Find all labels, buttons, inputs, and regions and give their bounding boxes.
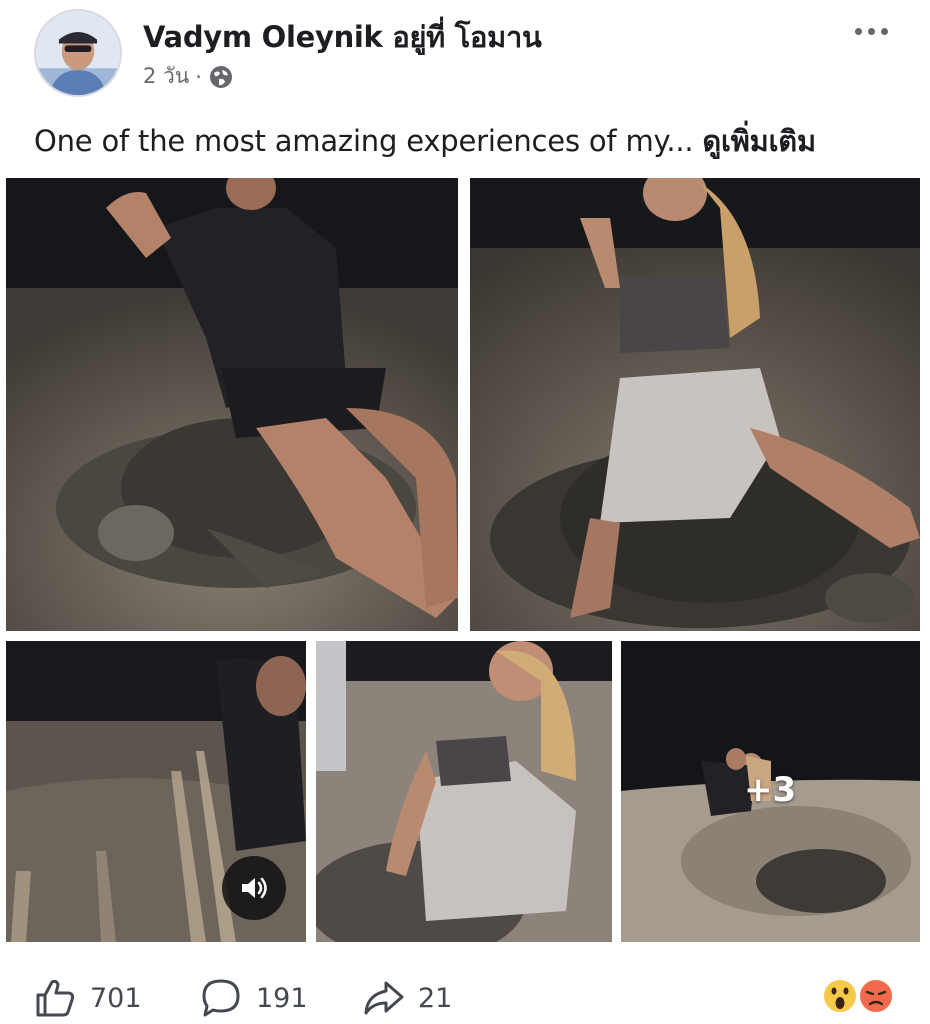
post-time[interactable]: 2 วัน <box>143 60 189 93</box>
post-photo-4[interactable] <box>316 641 612 942</box>
share-button[interactable]: 21 <box>360 975 452 1021</box>
like-button[interactable]: 701 <box>32 975 142 1021</box>
avatar[interactable] <box>34 9 122 97</box>
reactions-summary[interactable] <box>818 976 898 1016</box>
post-author: Vadym Oleynik อยู่ที่ โอมาน <box>143 14 542 60</box>
author-name[interactable]: Vadym Oleynik <box>143 20 383 54</box>
comment-button[interactable]: 191 <box>198 975 308 1021</box>
more-dot <box>854 27 862 35</box>
post-header: Vadym Oleynik อยู่ที่ โอมาน 2 วัน · <box>0 0 930 110</box>
post-photo-1[interactable] <box>6 178 458 631</box>
post-photo-2[interactable] <box>470 178 920 631</box>
author-location[interactable]: อยู่ที่ โอมาน <box>392 20 541 54</box>
more-dot <box>867 27 875 35</box>
share-icon <box>364 981 404 1015</box>
meta-separator: · <box>195 64 202 89</box>
post-caption: One of the most amazing experiences of m… <box>34 118 914 164</box>
action-bar: 701 191 21 <box>0 965 930 1024</box>
more-options-icon[interactable] <box>846 14 896 48</box>
wow-reaction-icon <box>822 978 858 1014</box>
share-count: 21 <box>418 982 453 1014</box>
like-count: 701 <box>90 982 142 1014</box>
comment-count: 191 <box>256 982 308 1014</box>
caption-text: One of the most amazing experiences of m… <box>34 124 694 158</box>
globe-icon[interactable] <box>208 64 234 90</box>
extra-photos-count[interactable]: +3 <box>744 770 796 810</box>
comment-icon <box>202 979 240 1017</box>
thumbs-up-icon <box>36 979 75 1017</box>
see-more-link[interactable]: ดูเพิ่มเติม <box>702 124 816 158</box>
more-dot <box>880 27 888 35</box>
speaker-icon[interactable] <box>222 856 286 920</box>
angry-reaction-icon <box>858 978 894 1014</box>
post-meta: 2 วัน · <box>143 60 234 93</box>
